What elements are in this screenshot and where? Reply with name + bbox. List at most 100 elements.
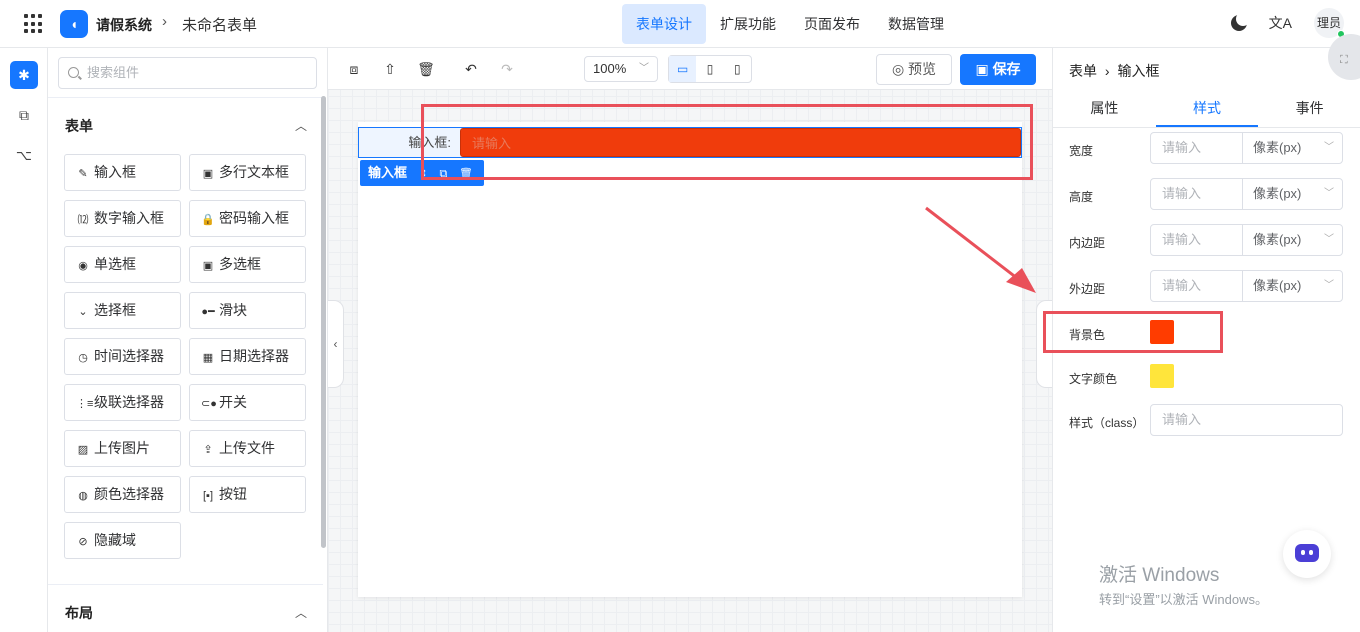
form-preview-area[interactable]: 输入框: 请输入 输入框 ⇕ ⧉ 🗑 [358,122,1022,597]
comp-switch[interactable]: ⊂● 开关 [189,384,306,421]
redo-icon[interactable]: ↷ [498,60,516,78]
desktop-icon[interactable]: ▭ [669,56,697,82]
upload-icon: ⇪ [203,444,213,456]
section-layout-title[interactable]: 布局 [65,603,93,623]
search-input[interactable]: 搜索组件 [58,57,317,89]
mobile-icon[interactable]: ▯ [724,56,751,82]
annotation-box-bgcolor [1043,311,1223,353]
text-color-swatch[interactable] [1150,364,1174,388]
panel-scrollbar[interactable] [321,96,326,548]
chevron-down-icon: ﹀ [1324,188,1334,199]
app-name[interactable]: 请假系统 [96,15,152,35]
comp-button[interactable]: [▪] 按钮 [189,476,306,513]
comp-date-picker[interactable]: ▦ 日期选择器 [189,338,306,375]
comp-time-picker[interactable]: ◷ 时间选择器 [64,338,181,375]
eye-icon: ◎ [891,61,909,77]
comp-number-input[interactable]: ⑿ 数字输入框 [64,200,181,237]
comp-slider[interactable]: ●━ 滑块 [189,292,306,329]
chevron-down-icon: ﹀ [1324,142,1334,153]
width-input[interactable]: 请输入 像素(px) ﹀ [1150,132,1343,164]
avatar[interactable]: 理员 [1314,8,1345,38]
breadcrumb: 表单 › 输入框 [1069,63,1160,79]
margin-label: 外边距 [1069,282,1106,296]
height-unit-select[interactable]: 像素(px) ﹀ [1242,179,1342,209]
comp-password-input[interactable]: 🔒 密码输入框 [189,200,306,237]
divider [48,584,323,585]
chevron-up-icon[interactable]: ︿ [295,604,307,621]
lock-icon: 🔒 [201,214,215,226]
chevron-down-icon: ﹀ [1324,280,1334,291]
section-form-title[interactable]: 表单 [65,116,93,136]
tab-properties[interactable]: 属性 [1053,90,1156,127]
nav-publish[interactable]: 页面发布 [790,4,874,44]
flow-icon[interactable]: ⌥ [10,141,38,169]
tab-styles[interactable]: 样式 [1155,90,1259,127]
height-label: 高度 [1069,190,1094,204]
avatar-text: 理员 [1316,16,1341,30]
form-name[interactable]: 未命名表单 [182,14,257,35]
save-button[interactable]: ▣ 保存 [960,54,1036,85]
collapse-left-button[interactable]: ‹ [328,300,344,388]
fullscreen-button[interactable]: ⛶ [1328,34,1360,80]
chevron-down-icon: ﹀ [1324,234,1334,245]
tab-events[interactable]: 事件 [1258,90,1360,127]
button-icon: [▪] [202,490,213,502]
comp-color-picker[interactable]: ◍ 颜色选择器 [64,476,181,513]
zoom-value: 100% [593,61,627,76]
app-logo: ◖ [60,10,88,38]
select-icon: ⌄ [78,306,88,318]
nav-extensions[interactable]: 扩展功能 [706,4,790,44]
search-placeholder: 搜索组件 [87,65,140,80]
zoom-select[interactable]: 100% ﹀ [584,56,658,82]
comp-checkbox[interactable]: ▣ 多选框 [189,246,306,283]
left-icon-bar: ✱ ⧉ ⌥ [0,48,48,632]
height-input[interactable]: 请输入 像素(px) ﹀ [1150,178,1343,210]
class-label: 样式（class） [1069,416,1145,430]
nav-form-design[interactable]: 表单设计 [622,4,706,44]
padding-unit-select[interactable]: 像素(px) ﹀ [1242,225,1342,255]
translate-icon[interactable]: 文A [1269,13,1292,33]
app-grid-icon[interactable] [24,14,44,34]
comp-hidden-field[interactable]: ⊘ 隐藏域 [64,522,181,559]
palette-icon: ◍ [78,490,88,502]
comp-select[interactable]: ⌄ 选择框 [64,292,181,329]
nav-data-manage[interactable]: 数据管理 [874,4,958,44]
comp-upload-file[interactable]: ⇪ 上传文件 [189,430,306,467]
app-header: ◖ 请假系统 › 未命名表单 表单设计 扩展功能 页面发布 数据管理 文A 理员 [0,0,1360,48]
code-icon[interactable]: ⧈ [345,60,363,78]
canvas-toolbar: ⧈ ⇧ 🗑 ↶ ↷ 100% ﹀ ▭ ▯ ▯ ◎ 预览 ▣ 保存 [328,48,1052,90]
tablet-icon[interactable]: ▯ [696,56,723,82]
code-block-icon[interactable]: ⧉ [10,101,38,129]
save-icon: ▣ [975,61,993,77]
device-switcher: ▭ ▯ ▯ [668,55,752,83]
comp-radio[interactable]: ◉ 单选框 [64,246,181,283]
preview-button[interactable]: ◎ 预览 [876,54,952,85]
comp-upload-image[interactable]: ▨ 上传图片 [64,430,181,467]
width-unit-select[interactable]: 像素(px) ﹀ [1242,133,1342,163]
dark-mode-icon[interactable] [1230,12,1250,31]
margin-input[interactable]: 请输入 像素(px) ﹀ [1150,270,1343,302]
cascader-icon: ⋮≡ [76,398,94,410]
chevron-up-icon[interactable]: ︿ [295,117,307,134]
text-color-label: 文字颜色 [1069,372,1118,386]
image-icon: ▨ [77,444,89,456]
chevron-right-icon: › [1104,63,1110,79]
comp-input[interactable]: ✎ 输入框 [64,154,181,191]
class-input[interactable]: 请输入 [1150,404,1343,436]
annotation-box-input [421,104,1033,180]
puzzle-icon[interactable]: ✱ [10,61,38,89]
pencil-icon: ✎ [78,168,88,180]
fullscreen-icon: ⛶ [1340,54,1348,66]
export-icon[interactable]: ⇧ [381,60,399,78]
calendar-icon: ▦ [202,352,214,364]
assistant-button[interactable] [1283,530,1331,578]
padding-input[interactable]: 请输入 像素(px) ﹀ [1150,224,1343,256]
margin-unit-select[interactable]: 像素(px) ﹀ [1242,271,1342,301]
switch-icon: ⊂● [201,398,217,410]
trash-icon[interactable]: 🗑 [417,60,435,78]
comp-cascader[interactable]: ⋮≡级联选择器 [64,384,181,421]
undo-icon[interactable]: ↶ [462,60,480,78]
comp-textarea[interactable]: ▣ 多行文本框 [189,154,306,191]
width-label: 宽度 [1069,144,1094,158]
slider-icon: ●━ [201,306,215,318]
